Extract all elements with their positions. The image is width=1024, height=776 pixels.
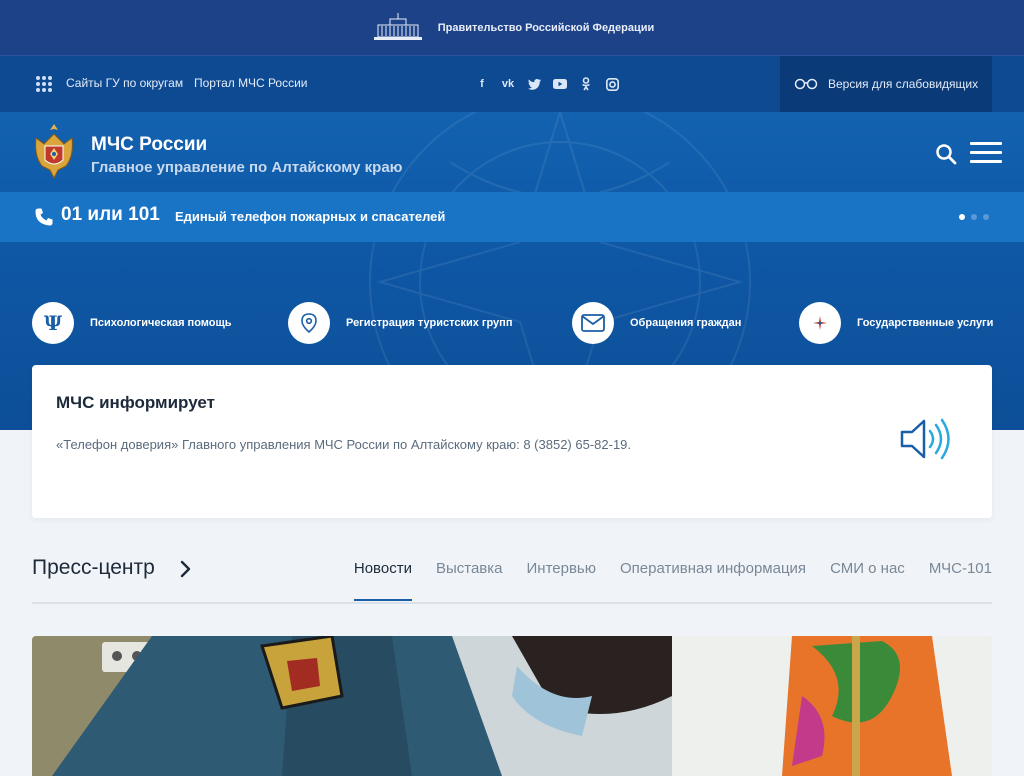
hamburger-menu-icon[interactable] [970, 142, 1002, 164]
quick-link-public-services[interactable]: Государственные услуги [799, 302, 993, 344]
quick-link-label: Обращения граждан [630, 317, 742, 329]
youtube-icon[interactable] [552, 76, 568, 92]
chevron-right-icon[interactable] [178, 560, 192, 578]
low-vision-version-button[interactable]: Версия для слабовидящих [780, 56, 992, 112]
emercom-emblem-logo[interactable] [32, 120, 76, 182]
envelope-icon [572, 302, 614, 344]
tab-operational-info[interactable]: Оперативная информация [620, 560, 806, 601]
glasses-icon [794, 78, 818, 90]
psi-icon: Ψ [32, 302, 74, 344]
tab-media-about-us[interactable]: СМИ о нас [830, 560, 905, 601]
speaker-icon[interactable] [898, 415, 954, 463]
press-center-header: Пресс-центр Новости Выставка Интервью Оп… [32, 540, 992, 604]
emergency-phone-bar: 01 или 101 Единый телефон пожарных и спа… [0, 192, 1024, 242]
apps-grid-icon[interactable] [36, 76, 52, 92]
site-title: МЧС России [91, 134, 208, 155]
tab-news[interactable]: Новости [353, 560, 412, 601]
tab-emercom-101[interactable]: МЧС-101 [929, 560, 992, 601]
facebook-icon[interactable]: f [474, 76, 490, 92]
slider-dot-1[interactable] [959, 214, 965, 220]
quick-link-psychological-help[interactable]: Ψ Психологическая помощь [32, 302, 232, 344]
tab-interview[interactable]: Интервью [527, 560, 597, 601]
services-icon [799, 302, 841, 344]
press-center-title[interactable]: Пресс-центр [32, 556, 155, 580]
government-label: Правительство Российской Федерации [437, 21, 655, 34]
portal-link[interactable]: Портал МЧС России [194, 76, 308, 90]
news-photo-illustration [32, 636, 992, 776]
odnoklassniki-icon[interactable] [578, 76, 594, 92]
government-building-icon [373, 12, 422, 40]
slider-dot-3[interactable] [983, 214, 989, 220]
low-vision-label: Версия для слабовидящих [828, 77, 979, 91]
quick-link-label: Регистрация туристских групп [346, 317, 513, 329]
quick-link-label: Государственные услуги [857, 317, 994, 329]
quick-link-citizen-appeals[interactable]: Обращения граждан [572, 302, 741, 344]
slider-pagination [959, 214, 989, 220]
news-photo[interactable] [32, 636, 992, 776]
twitter-icon[interactable] [526, 76, 542, 92]
phone-icon [35, 208, 53, 226]
slider-dot-2[interactable] [971, 214, 977, 220]
regional-sites-link[interactable]: Сайты ГУ по округам [66, 76, 183, 90]
instagram-icon[interactable] [604, 76, 620, 92]
tab-exhibition[interactable]: Выставка [436, 560, 503, 601]
search-icon[interactable] [934, 142, 958, 166]
vk-icon[interactable]: vk [500, 76, 516, 92]
info-card-heading: МЧС информирует [56, 393, 215, 412]
quick-link-tourist-registration[interactable]: Регистрация туристских групп [288, 302, 512, 344]
government-bar[interactable]: Правительство Российской Федерации [0, 0, 1024, 56]
emergency-number[interactable]: 01 или 101 [61, 204, 160, 226]
quick-link-label: Психологическая помощь [90, 317, 232, 329]
location-pin-icon [288, 302, 330, 344]
brand-block[interactable]: МЧС России Главное управление по Алтайск… [91, 134, 402, 176]
site-subtitle: Главное управление по Алтайскому краю [91, 159, 403, 176]
info-ticker-message[interactable]: «Телефон доверия» Главного управления МЧ… [56, 437, 631, 452]
emercom-informs-card: МЧС информирует «Телефон доверия» Главно… [32, 365, 992, 518]
emergency-description: Единый телефон пожарных и спасателей [175, 209, 446, 224]
press-tabs: Новости Выставка Интервью Оперативная ин… [353, 560, 992, 601]
social-links: f vk [474, 76, 620, 92]
